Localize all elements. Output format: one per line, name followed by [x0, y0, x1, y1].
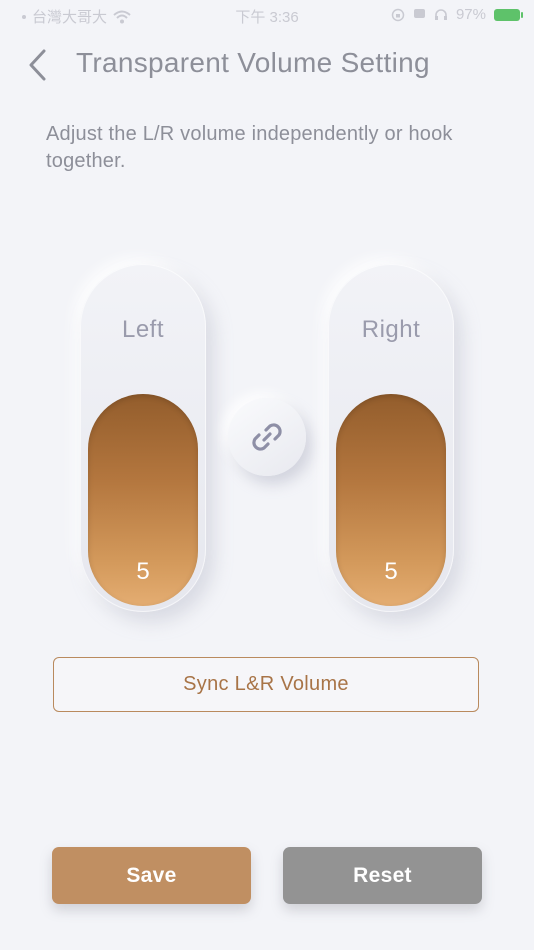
headphones-icon — [434, 9, 447, 20]
description-text: Adjust the L/R volume independently or h… — [46, 123, 453, 172]
message-icon — [413, 9, 425, 18]
left-slider-label: Left — [121, 316, 165, 343]
left-volume-value: 5 — [136, 558, 150, 585]
right-slider-label: Right — [361, 316, 421, 343]
right-volume-value: 5 — [384, 558, 398, 585]
left-volume-slider[interactable]: Left 5 — [80, 264, 206, 612]
status-right: 97% — [391, 6, 523, 23]
page-title: Transparent Volume Setting — [76, 47, 430, 78]
save-button[interactable]: Save — [52, 847, 251, 904]
link-toggle-button[interactable] — [228, 398, 306, 476]
battery-percent: 97% — [455, 6, 486, 23]
reset-button[interactable]: Reset — [283, 847, 482, 904]
back-button[interactable] — [20, 46, 54, 84]
status-bar: 台灣大哥大 下午 3:36 97% — [0, 0, 534, 30]
chevron-left-icon — [29, 49, 46, 81]
battery-icon — [494, 8, 523, 21]
right-volume-fill[interactable]: 5 — [336, 394, 446, 606]
sync-volume-button[interactable]: Sync L&R Volume — [53, 657, 479, 712]
left-volume-fill[interactable]: 5 — [88, 394, 198, 606]
link-icon — [252, 423, 282, 451]
right-volume-slider[interactable]: Right 5 — [328, 264, 454, 612]
lock-rotation-icon — [391, 8, 405, 21]
